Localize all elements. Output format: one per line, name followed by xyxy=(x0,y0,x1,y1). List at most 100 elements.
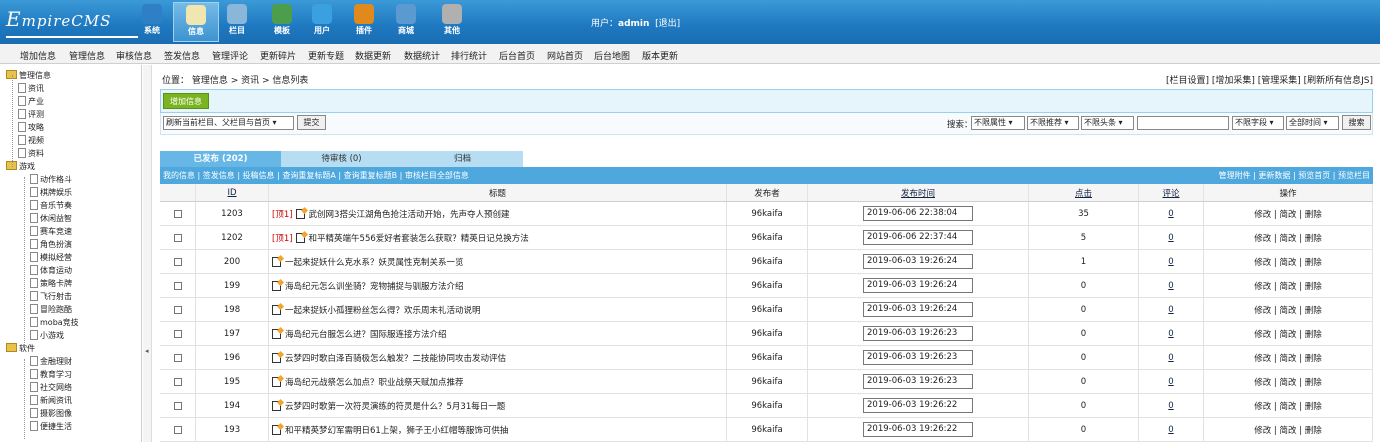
row-time-field[interactable]: 2019-06-03 19:26:24 xyxy=(863,254,973,269)
tree-item[interactable]: 产业 xyxy=(18,95,44,108)
info-filter-links[interactable]: 我的信息 | 签发信息 | 投稿信息 | 查询重复标题A | 查询重复标题B |… xyxy=(163,167,469,184)
tree-item[interactable]: 音乐节奏 xyxy=(30,199,72,212)
col-header-clicks[interactable]: 点击 xyxy=(1075,187,1092,199)
submenu-item[interactable]: 管理评论 xyxy=(212,49,248,62)
tree-item[interactable]: 视频 xyxy=(18,134,44,147)
tree-item[interactable]: 冒险跑酷 xyxy=(30,303,72,316)
tree-item[interactable]: 资讯 xyxy=(18,82,44,95)
tree-item[interactable]: 体育运动 xyxy=(30,264,72,277)
row-checkbox[interactable] xyxy=(173,425,182,434)
row-time-field[interactable]: 2019-06-03 19:26:22 xyxy=(863,398,973,413)
row-title[interactable]: 海岛纪元战祭怎么加点？职业战祭天赋加点推荐 xyxy=(285,376,464,388)
row-time-field[interactable]: 2019-06-03 19:26:24 xyxy=(863,278,973,293)
row-checkbox[interactable] xyxy=(173,353,182,362)
tree-item[interactable]: 策略卡牌 xyxy=(30,277,72,290)
tree-item[interactable]: 教育学习 xyxy=(30,368,72,381)
submenu-item[interactable]: 排行统计 xyxy=(451,49,487,62)
row-comments-link[interactable]: 0 xyxy=(1168,377,1173,387)
row-comments-link[interactable]: 0 xyxy=(1168,305,1173,315)
nav-document-pen[interactable]: 信息 xyxy=(173,2,219,42)
edit-doc-icon[interactable] xyxy=(272,280,281,291)
edit-doc-icon[interactable] xyxy=(272,328,281,339)
row-checkbox[interactable] xyxy=(173,281,182,290)
row-ops-links[interactable]: 修改 | 简改 | 删除 xyxy=(1254,400,1322,412)
tree-item[interactable]: 角色扮演 xyxy=(30,238,72,251)
tree-item[interactable]: 社交网络 xyxy=(30,381,72,394)
row-checkbox[interactable] xyxy=(173,329,182,338)
row-checkbox[interactable] xyxy=(173,305,182,314)
submenu-item[interactable]: 数据更新 xyxy=(355,49,391,62)
row-comments-link[interactable]: 0 xyxy=(1168,329,1173,339)
tree-item[interactable]: 新闻资讯 xyxy=(30,394,72,407)
row-comments-link[interactable]: 0 xyxy=(1168,353,1173,363)
row-ops-links[interactable]: 修改 | 简改 | 删除 xyxy=(1254,424,1322,436)
row-ops-links[interactable]: 修改 | 简改 | 删除 xyxy=(1254,352,1322,364)
tree-item[interactable]: 金融理财 xyxy=(30,355,72,368)
tree-item[interactable]: 棋牌娱乐 xyxy=(30,186,72,199)
row-title[interactable]: 武创网3搭尖江湖角色抢注活动开始，先声夺人预创建 xyxy=(309,208,510,220)
row-title[interactable]: 云梦四时歌白泽百骑极怎么触发？二技能协同攻击发动评估 xyxy=(285,352,506,364)
submenu-item[interactable]: 增加信息 xyxy=(20,49,56,62)
row-comments-link[interactable]: 0 xyxy=(1168,233,1173,243)
search-button[interactable]: 搜索 xyxy=(1342,115,1371,130)
logout-link[interactable]: [退出] xyxy=(655,19,680,29)
row-ops-links[interactable]: 修改 | 简改 | 删除 xyxy=(1254,304,1322,316)
edit-doc-icon[interactable] xyxy=(295,232,305,243)
row-time-field[interactable]: 2019-06-03 19:26:23 xyxy=(863,350,973,365)
row-checkbox[interactable] xyxy=(173,233,182,242)
submenu-item[interactable]: 更新碎片 xyxy=(260,49,296,62)
submenu-item[interactable]: 后台首页 xyxy=(499,49,535,62)
row-title[interactable]: 一起来捉妖什么克水系？妖灵属性克制关系一览 xyxy=(285,256,464,268)
row-checkbox[interactable] xyxy=(173,401,182,410)
row-ops-links[interactable]: 修改 | 简改 | 删除 xyxy=(1254,376,1322,388)
attr-select[interactable]: 不限属性 ▾ xyxy=(971,116,1025,130)
submenu-item[interactable]: 管理信息 xyxy=(69,49,105,62)
row-comments-link[interactable]: 0 xyxy=(1168,425,1173,435)
search-input[interactable] xyxy=(1137,116,1229,130)
row-title[interactable]: 和平精英梦幻军需明日61上架，狮子王小红帽等服饰可供抽 xyxy=(285,424,508,436)
sidebar-splitter[interactable]: ◂ xyxy=(143,65,152,442)
row-time-field[interactable]: 2019-06-03 19:26:24 xyxy=(863,302,973,317)
nav-globe[interactable]: 系统 xyxy=(129,2,175,42)
edit-doc-icon[interactable] xyxy=(272,256,281,267)
tab-pending[interactable]: 待审核 (0) xyxy=(281,151,402,167)
tree-item[interactable]: 摄影图像 xyxy=(30,407,72,420)
info-tool-links[interactable]: 管理附件 | 更新数据 | 预览首页 | 预览栏目 xyxy=(1219,167,1370,184)
time-select[interactable]: 全部时间 ▾ xyxy=(1286,116,1339,130)
add-info-button[interactable]: 增加信息 xyxy=(163,93,209,109)
row-title[interactable]: 云梦四时歌第一次符灵演练的符灵是什么？5月31每日一题 xyxy=(285,400,505,412)
tab-published[interactable]: 已发布 (202) xyxy=(160,151,281,167)
edit-doc-icon[interactable] xyxy=(295,208,305,219)
row-checkbox[interactable] xyxy=(173,377,182,386)
tree-item[interactable]: 模拟经营 xyxy=(30,251,72,264)
row-ops-links[interactable]: 修改 | 简改 | 删除 xyxy=(1254,208,1322,220)
row-time-field[interactable]: 2019-06-06 22:37:44 xyxy=(863,230,973,245)
tree-item[interactable]: 休闲益智 xyxy=(30,212,72,225)
edit-doc-icon[interactable] xyxy=(272,400,281,411)
tree-item[interactable]: 便捷生活 xyxy=(30,420,72,433)
row-title[interactable]: 和平精英端午556爱好者套装怎么获取？精英日记兑换方法 xyxy=(309,232,529,244)
tree-item[interactable]: moba竞技 xyxy=(30,316,79,329)
edit-doc-icon[interactable] xyxy=(272,376,281,387)
empirecms-logo[interactable]: EmpireCMS xyxy=(6,6,138,38)
submenu-item[interactable]: 更新专题 xyxy=(308,49,344,62)
field-select[interactable]: 不限字段 ▾ xyxy=(1232,116,1284,130)
row-checkbox[interactable] xyxy=(173,257,182,266)
submenu-item[interactable]: 后台地图 xyxy=(594,49,630,62)
col-header-id[interactable]: ID xyxy=(227,188,236,198)
row-time-field[interactable]: 2019-06-03 19:26:23 xyxy=(863,326,973,341)
submenu-item[interactable]: 数据统计 xyxy=(404,49,440,62)
tree-group-game[interactable]: 游戏 xyxy=(6,160,35,173)
row-comments-link[interactable]: 0 xyxy=(1168,281,1173,291)
tab-archive[interactable]: 归档 xyxy=(402,151,523,167)
edit-doc-icon[interactable] xyxy=(272,424,281,435)
tree-item[interactable]: 攻略 xyxy=(18,121,44,134)
row-comments-link[interactable]: 0 xyxy=(1168,257,1173,267)
refresh-select[interactable]: 刷新当前栏目、父栏目与首页 ▾ xyxy=(163,116,294,130)
row-title[interactable]: 海岛纪元台服怎么进？国际服连接方法介绍 xyxy=(285,328,447,340)
row-time-field[interactable]: 2019-06-06 22:38:04 xyxy=(863,206,973,221)
row-ops-links[interactable]: 修改 | 简改 | 删除 xyxy=(1254,256,1322,268)
row-title[interactable]: 一起来捉妖小孤狸粉丝怎么得？欢乐周末礼活动说明 xyxy=(285,304,481,316)
row-time-field[interactable]: 2019-06-03 19:26:22 xyxy=(863,422,973,437)
col-header-time[interactable]: 发布时间 xyxy=(901,187,935,199)
